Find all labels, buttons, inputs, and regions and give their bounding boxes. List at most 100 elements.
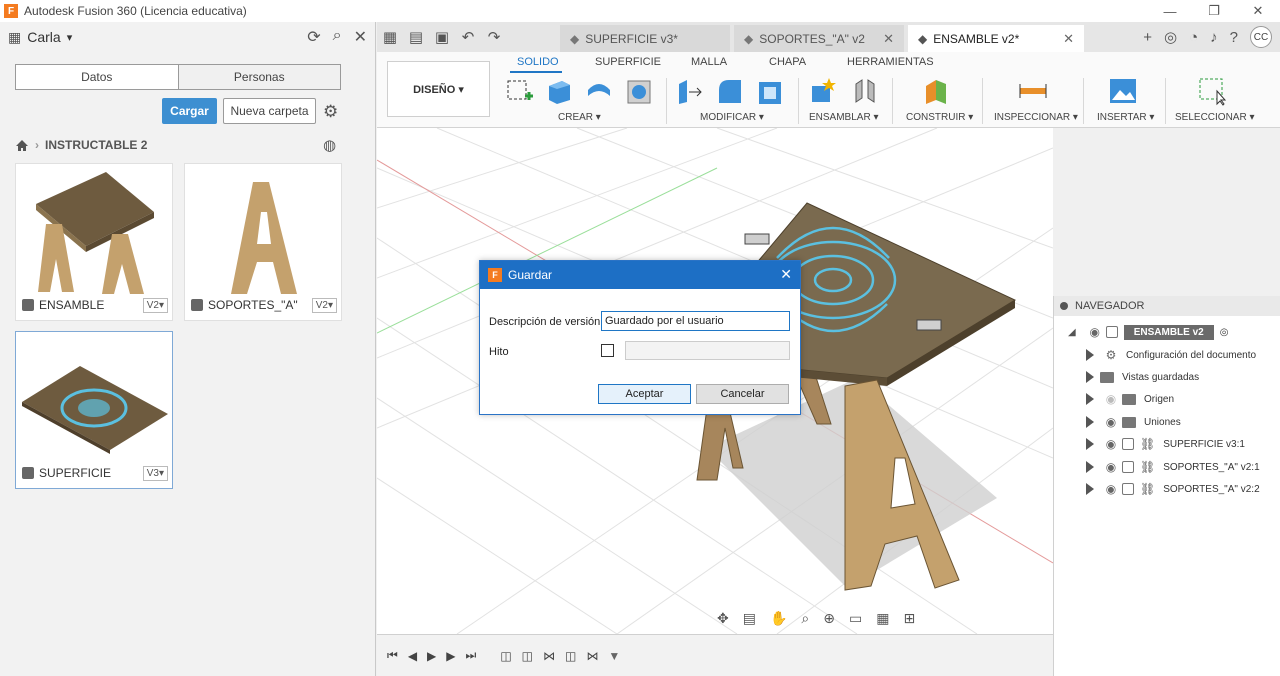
group-crear[interactable]: CREAR ▾	[558, 112, 601, 123]
navigator-item[interactable]: ⚙ Configuración del documento	[1086, 345, 1256, 365]
look-at-icon[interactable]: ▤	[743, 610, 756, 627]
expand-arrow-icon[interactable]	[1086, 438, 1094, 450]
expand-arrow-icon[interactable]	[1086, 483, 1094, 495]
timeline-joint-icon[interactable]: ⋈	[586, 649, 598, 663]
timeline-marker[interactable]: ▼	[608, 649, 620, 663]
undo-icon[interactable]: ↶	[455, 28, 481, 46]
navigator-item[interactable]: ◉ ⛓ SOPORTES_"A" v2:2	[1086, 479, 1260, 499]
group-construir[interactable]: CONSTRUIR ▾	[906, 112, 973, 123]
viewports-icon[interactable]: ⊞	[903, 610, 915, 627]
timeline-feature-icon[interactable]: ◫	[565, 649, 576, 663]
close-panel-icon[interactable]: ✕	[354, 27, 367, 47]
milestone-checkbox[interactable]	[601, 344, 614, 357]
navigator-item[interactable]: ◉ ⛓ SOPORTES_"A" v2:1	[1086, 457, 1260, 477]
version-dropdown[interactable]: V3▾	[142, 465, 168, 481]
extensions-icon[interactable]: ◎	[1164, 28, 1177, 46]
home-icon[interactable]	[15, 139, 29, 152]
visibility-eye-icon[interactable]: ◉	[1100, 460, 1122, 474]
expand-arrow-icon[interactable]	[1086, 349, 1094, 361]
shell-icon[interactable]	[755, 76, 785, 106]
file-card-ensamble[interactable]: ENSAMBLE V2▾	[15, 163, 173, 321]
globe-icon[interactable]: ◍	[323, 136, 336, 154]
group-seleccionar[interactable]: SELECCIONAR ▾	[1175, 112, 1254, 123]
restore-button[interactable]: ❐	[1192, 0, 1236, 22]
avatar[interactable]: CC	[1250, 26, 1272, 48]
file-card-soportes[interactable]: SOPORTES_"A" V2▾	[184, 163, 342, 321]
navigator-item[interactable]: ◉ Origen	[1086, 389, 1174, 409]
collapse-icon[interactable]	[1060, 302, 1068, 310]
close-tab-icon[interactable]: ✕	[883, 31, 894, 47]
notifications-icon[interactable]: ♪	[1210, 29, 1218, 46]
app-grid-icon[interactable]: ▦	[377, 28, 403, 46]
tab-malla[interactable]: MALLA	[691, 56, 727, 68]
expand-icon[interactable]: ◢	[1068, 327, 1076, 338]
tab-superficie[interactable]: ◆ SUPERFICIE v3*	[560, 25, 730, 52]
joint-icon[interactable]	[850, 76, 880, 106]
tab-superficie-tools[interactable]: SUPERFICIE	[595, 56, 661, 68]
expand-arrow-icon[interactable]	[1086, 393, 1094, 405]
last-step-icon[interactable]: ⏭	[466, 648, 477, 663]
cancel-button[interactable]: Cancelar	[696, 384, 789, 404]
tab-soportes[interactable]: ◆ SOPORTES_"A" v2 ✕	[734, 25, 904, 52]
tab-herramientas[interactable]: HERRAMIENTAS	[847, 56, 934, 68]
first-step-icon[interactable]: ⏮	[387, 648, 398, 663]
extrude-icon[interactable]	[544, 76, 574, 106]
close-icon[interactable]: ✕	[780, 266, 792, 283]
chevron-down-icon[interactable]: ▾	[67, 31, 73, 44]
navigator-root[interactable]: ◢ ◉ ENSAMBLE v2 ◎	[1068, 322, 1228, 342]
next-step-icon[interactable]: ▶	[446, 649, 455, 663]
new-tab-icon[interactable]: +	[1143, 29, 1152, 46]
upload-button[interactable]: Cargar	[162, 98, 217, 124]
tab-ensamble[interactable]: ◆ ENSAMBLE v2* ✕	[908, 25, 1084, 52]
display-settings-icon[interactable]: ▭	[849, 610, 862, 627]
tab-datos[interactable]: Datos	[16, 65, 178, 89]
visibility-eye-icon[interactable]: ◉	[1100, 415, 1122, 429]
version-dropdown[interactable]: V2▾	[142, 297, 168, 313]
navigator-item[interactable]: ◉ ⛓ SUPERFICIE v3:1	[1086, 434, 1245, 454]
redo-icon[interactable]: ↷	[481, 28, 507, 46]
group-insertar[interactable]: INSERTAR ▾	[1097, 112, 1154, 123]
timeline-feature-icon[interactable]: ◫	[500, 649, 511, 663]
close-window-button[interactable]: ✕	[1236, 0, 1280, 22]
visibility-eye-icon[interactable]: ◉	[1100, 482, 1122, 496]
tab-personas[interactable]: Personas	[177, 65, 340, 89]
press-pull-icon[interactable]	[675, 76, 705, 106]
version-dropdown[interactable]: V2▾	[311, 297, 337, 313]
offset-plane-icon[interactable]	[922, 76, 952, 106]
tab-solido[interactable]: SOLIDO	[517, 56, 559, 68]
timeline-feature-icon[interactable]: ◫	[522, 649, 533, 663]
milestone-input[interactable]	[625, 341, 790, 360]
new-folder-button[interactable]: Nueva carpeta	[223, 98, 316, 124]
visibility-eye-icon[interactable]: ◉	[1084, 325, 1106, 339]
workspace-switcher[interactable]: DISEÑO ▾	[387, 61, 490, 117]
previous-step-icon[interactable]: ◀	[408, 649, 417, 663]
insert-image-icon[interactable]	[1108, 76, 1138, 106]
revolve-icon[interactable]	[584, 76, 614, 106]
fit-icon[interactable]: ⊕	[823, 610, 835, 627]
navigator-item[interactable]: Vistas guardadas	[1086, 367, 1199, 387]
timeline-joint-icon[interactable]: ⋈	[543, 649, 555, 663]
refresh-icon[interactable]: ⟳	[307, 27, 320, 47]
grid-settings-icon[interactable]: ▦	[876, 610, 889, 627]
zoom-icon[interactable]: ⌕	[801, 610, 809, 627]
breadcrumb-project[interactable]: INSTRUCTABLE 2	[45, 138, 147, 152]
navigator-header[interactable]: NAVEGADOR	[1054, 296, 1280, 316]
hidden-eye-icon[interactable]: ◉	[1100, 392, 1122, 406]
new-component-icon[interactable]	[809, 76, 839, 106]
group-ensamblar[interactable]: ENSAMBLAR ▾	[809, 112, 878, 123]
close-tab-icon[interactable]: ✕	[1063, 31, 1074, 47]
create-sketch-icon[interactable]	[505, 76, 535, 106]
expand-arrow-icon[interactable]	[1086, 371, 1094, 383]
navigator-item[interactable]: ◉ Uniones	[1086, 412, 1181, 432]
file-menu-icon[interactable]: ▤	[403, 28, 429, 46]
dialog-title-bar[interactable]: F Guardar	[480, 261, 800, 289]
fillet-icon[interactable]	[715, 76, 745, 106]
user-menu[interactable]: Carla	[27, 29, 60, 45]
tab-chapa[interactable]: CHAPA	[769, 56, 806, 68]
activate-icon[interactable]: ◎	[1220, 327, 1229, 338]
measure-icon[interactable]	[1018, 76, 1048, 106]
pan-icon[interactable]: ✋	[770, 610, 787, 627]
expand-arrow-icon[interactable]	[1086, 416, 1094, 428]
orbit-icon[interactable]: ✥	[717, 610, 729, 627]
group-modificar[interactable]: MODIFICAR ▾	[700, 112, 764, 123]
